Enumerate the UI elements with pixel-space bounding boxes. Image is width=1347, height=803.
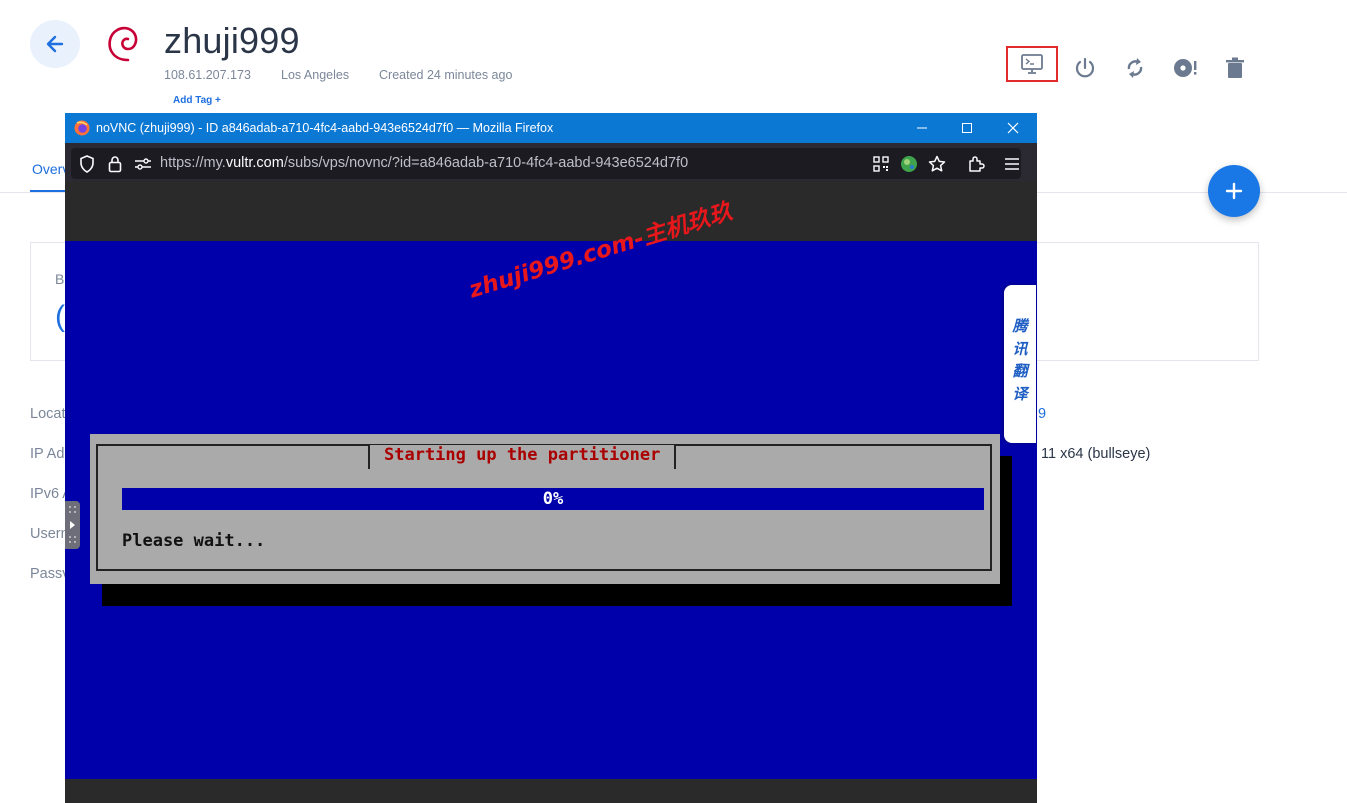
server-ip: 108.61.207.173	[164, 68, 251, 82]
tab-overview[interactable]: Overv	[32, 161, 69, 177]
translate-tab[interactable]: 腾讯翻译	[1004, 285, 1036, 443]
plus-icon	[1225, 182, 1243, 200]
progress-bar: 0%	[122, 488, 984, 510]
power-button[interactable]	[1071, 54, 1099, 82]
window-titlebar: noVNC (zhuji999) - ID a846adab-a710-4fc4…	[65, 113, 1037, 143]
installer-dialog: Starting up the partitioner 0% Please wa…	[90, 434, 1000, 584]
dialog-frame: Starting up the partitioner 0% Please wa…	[96, 444, 992, 571]
restart-button[interactable]	[1121, 54, 1149, 82]
shield-icon[interactable]	[77, 154, 97, 174]
add-button[interactable]	[1208, 165, 1260, 217]
power-icon	[1075, 57, 1095, 78]
info-value-os: 11 x64 (bullseye)	[1041, 446, 1151, 462]
wait-message: Please wait...	[122, 531, 266, 551]
server-created: Created 24 minutes ago	[379, 68, 513, 82]
url-path: /subs/vps/novnc/?id=a846adab-a710-4fc4-a…	[283, 155, 689, 171]
trash-icon	[1226, 57, 1244, 78]
server-name: zhuji999	[164, 20, 300, 61]
info-label-username: Usern	[30, 526, 69, 542]
console-icon	[1021, 54, 1043, 74]
qr-code-icon[interactable]	[871, 154, 891, 174]
minimize-button[interactable]	[899, 113, 945, 143]
destroy-button[interactable]	[1221, 54, 1249, 82]
info-value-link[interactable]: 9	[1038, 406, 1046, 422]
extension-globe-icon[interactable]	[899, 154, 919, 174]
info-label-ip: IP Ad	[30, 446, 65, 462]
console-button[interactable]	[1006, 46, 1058, 82]
installer-screen[interactable]: Starting up the partitioner 0% Please wa…	[65, 241, 1037, 779]
novnc-control-handle[interactable]	[65, 501, 80, 549]
reinstall-button[interactable]	[1171, 54, 1199, 82]
url-text[interactable]: https://my.vultr.com/subs/vps/novnc/?id=…	[160, 155, 688, 171]
card-label: B	[55, 271, 65, 287]
extensions-icon[interactable]	[966, 154, 986, 174]
url-prefix: https://my.	[160, 155, 226, 171]
minimize-icon	[917, 127, 927, 129]
window-title: noVNC (zhuji999) - ID a846adab-a710-4fc4…	[96, 121, 554, 135]
close-button[interactable]	[990, 113, 1036, 143]
lock-icon[interactable]	[105, 154, 125, 174]
dialog-title: Starting up the partitioner	[368, 445, 677, 469]
restart-icon	[1127, 58, 1143, 78]
debian-logo	[108, 26, 138, 62]
maximize-button[interactable]	[944, 113, 990, 143]
expand-arrow-icon	[69, 506, 76, 543]
url-domain: vultr.com	[225, 155, 284, 171]
menu-icon[interactable]	[1002, 154, 1022, 174]
maximize-icon	[962, 123, 972, 133]
card-value: (	[55, 300, 65, 333]
info-label-location: Locat	[30, 406, 66, 422]
permissions-icon[interactable]	[133, 154, 153, 174]
arrow-left-icon	[46, 35, 64, 53]
add-tag-link[interactable]: Add Tag +	[173, 95, 221, 106]
reinstall-icon	[1174, 59, 1197, 77]
info-label-password: Passv	[30, 566, 70, 582]
back-button[interactable]	[30, 20, 80, 68]
close-icon	[1007, 122, 1019, 134]
firefox-window: noVNC (zhuji999) - ID a846adab-a710-4fc4…	[65, 113, 1037, 803]
firefox-logo-icon	[74, 120, 90, 136]
server-location: Los Angeles	[281, 68, 350, 82]
translate-tab-label: 腾讯翻译	[1012, 317, 1028, 403]
bookmark-star-icon[interactable]	[927, 154, 947, 174]
